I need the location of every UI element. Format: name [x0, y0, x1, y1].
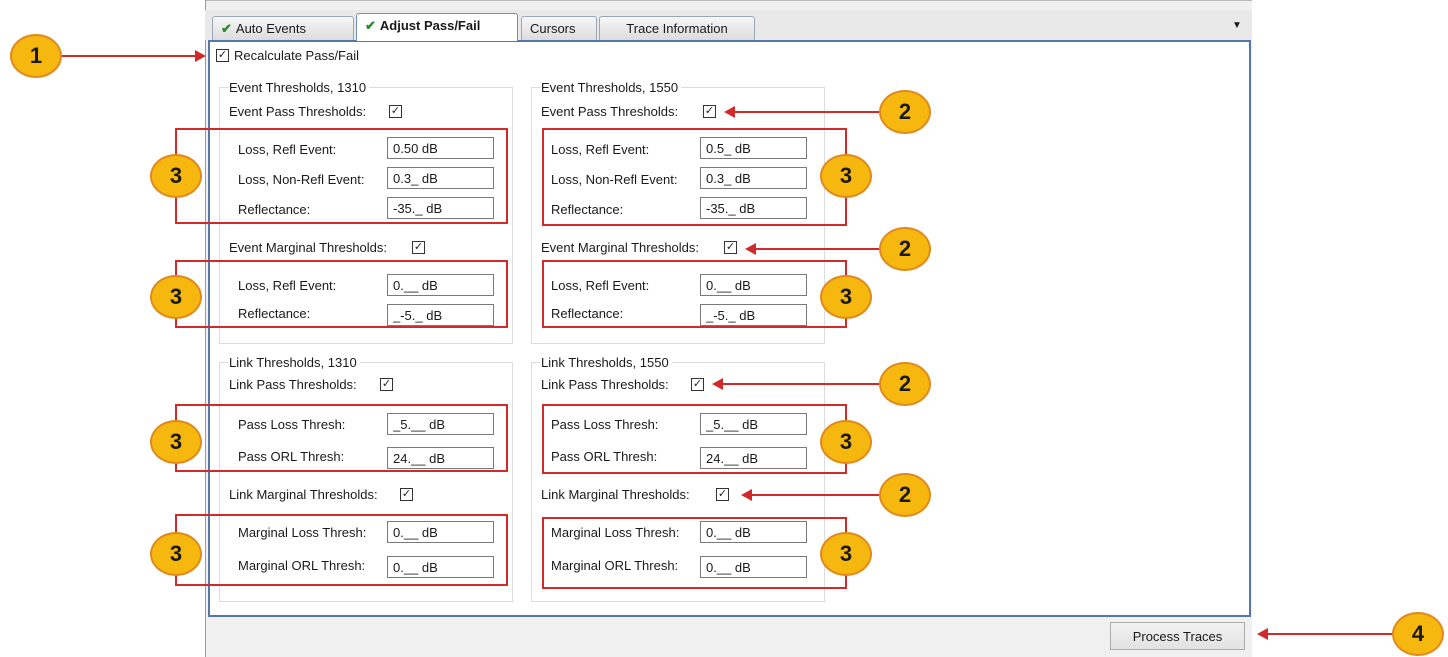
callout-arrow: [756, 248, 879, 250]
arrow-head-icon: [1257, 628, 1268, 640]
event-pass-thresholds-checkbox[interactable]: ✓: [389, 105, 402, 118]
recalculate-label: Recalculate Pass/Fail: [234, 48, 359, 63]
marginal-loss-refl-event-label: Loss, Refl Event:: [238, 278, 337, 293]
event-pass-thresholds-checkbox[interactable]: ✓: [703, 105, 716, 118]
group-title: Link Thresholds, 1550: [541, 355, 672, 370]
callout-badge-4: 4: [1392, 612, 1444, 656]
marginal-orl-thresh-label: Marginal ORL Thresh:: [551, 558, 679, 573]
callout-badge-3: 3: [150, 532, 202, 576]
event-pass-thresholds-label: Event Pass Thresholds:: [541, 104, 679, 119]
marginal-loss-thresh-input[interactable]: [700, 521, 807, 543]
pass-loss-thresh-label: Pass Loss Thresh:: [551, 417, 659, 432]
pass-orl-thresh-input[interactable]: [387, 447, 494, 469]
callout-arrow: [752, 494, 879, 496]
link-marginal-thresholds-label: Link Marginal Thresholds:: [541, 487, 690, 502]
marginal-loss-refl-event-input[interactable]: [387, 274, 494, 296]
reflectance-input[interactable]: [387, 197, 494, 219]
reflectance-label: Reflectance:: [238, 202, 311, 217]
pass-loss-thresh-input[interactable]: [387, 413, 494, 435]
pass-orl-thresh-label: Pass ORL Thresh:: [551, 449, 658, 464]
group-title: Event Thresholds, 1550: [541, 80, 682, 95]
callout-badge-3: 3: [150, 154, 202, 198]
reflectance-input[interactable]: [700, 197, 807, 219]
callout-arrow: [1268, 633, 1392, 635]
callout-badge-3: 3: [820, 154, 872, 198]
callout-badge-3: 3: [820, 532, 872, 576]
marginal-reflectance-input[interactable]: [387, 304, 494, 326]
callout-badge-3: 3: [820, 275, 872, 319]
event-marginal-thresholds-label: Event Marginal Thresholds:: [541, 240, 700, 255]
callout-badge-2: 2: [879, 362, 931, 406]
loss-nonrefl-event-label: Loss, Non-Refl Event:: [551, 172, 678, 187]
arrow-head-icon: [195, 50, 206, 62]
pass-loss-thresh-label: Pass Loss Thresh:: [238, 417, 346, 432]
marginal-orl-thresh-input[interactable]: [387, 556, 494, 578]
link-pass-thresholds-checkbox[interactable]: ✓: [380, 378, 393, 391]
callout-badge-2: 2: [879, 90, 931, 134]
pass-loss-thresh-input[interactable]: [700, 413, 807, 435]
link-marginal-thresholds-checkbox[interactable]: ✓: [400, 488, 413, 501]
recalculate-checkbox[interactable]: ✓: [216, 49, 229, 62]
link-pass-thresholds-label: Link Pass Thresholds:: [229, 377, 357, 392]
marginal-loss-refl-event-input[interactable]: [700, 274, 807, 296]
link-pass-thresholds-label: Link Pass Thresholds:: [541, 377, 669, 392]
marginal-loss-refl-event-label: Loss, Refl Event:: [551, 278, 650, 293]
marginal-reflectance-input[interactable]: [700, 304, 807, 326]
event-marginal-thresholds-checkbox[interactable]: ✓: [412, 241, 425, 254]
loss-nonrefl-event-input[interactable]: [387, 167, 494, 189]
link-pass-thresholds-checkbox[interactable]: ✓: [691, 378, 704, 391]
marginal-orl-thresh-input[interactable]: [700, 556, 807, 578]
arrow-head-icon: [745, 243, 756, 255]
pass-orl-thresh-label: Pass ORL Thresh:: [238, 449, 345, 464]
arrow-head-icon: [724, 106, 735, 118]
loss-nonrefl-event-input[interactable]: [700, 167, 807, 189]
loss-refl-event-label: Loss, Refl Event:: [238, 142, 337, 157]
event-marginal-thresholds-checkbox[interactable]: ✓: [724, 241, 737, 254]
group-title: Event Thresholds, 1310: [229, 80, 370, 95]
callout-badge-1: 1: [10, 34, 62, 78]
link-marginal-thresholds-label: Link Marginal Thresholds:: [229, 487, 378, 502]
loss-refl-event-input[interactable]: [700, 137, 807, 159]
marginal-reflectance-label: Reflectance:: [238, 306, 311, 321]
callout-arrow: [735, 111, 879, 113]
event-pass-thresholds-label: Event Pass Thresholds:: [229, 104, 367, 119]
callout-arrow: [62, 55, 195, 57]
callout-badge-2: 2: [879, 227, 931, 271]
loss-refl-event-input[interactable]: [387, 137, 494, 159]
marginal-loss-thresh-label: Marginal Loss Thresh:: [551, 525, 680, 540]
arrow-head-icon: [741, 489, 752, 501]
loss-nonrefl-event-label: Loss, Non-Refl Event:: [238, 172, 365, 187]
callout-badge-3: 3: [150, 275, 202, 319]
callout-badge-3: 3: [820, 420, 872, 464]
event-marginal-thresholds-label: Event Marginal Thresholds:: [229, 240, 388, 255]
marginal-loss-thresh-label: Marginal Loss Thresh:: [238, 525, 367, 540]
marginal-reflectance-label: Reflectance:: [551, 306, 624, 321]
group-title: Link Thresholds, 1310: [229, 355, 360, 370]
loss-refl-event-label: Loss, Refl Event:: [551, 142, 650, 157]
arrow-head-icon: [712, 378, 723, 390]
pass-orl-thresh-input[interactable]: [700, 447, 807, 469]
process-traces-button[interactable]: Process Traces: [1110, 622, 1245, 650]
callout-badge-3: 3: [150, 420, 202, 464]
callout-arrow: [723, 383, 879, 385]
reflectance-label: Reflectance:: [551, 202, 624, 217]
link-marginal-thresholds-checkbox[interactable]: ✓: [716, 488, 729, 501]
marginal-orl-thresh-label: Marginal ORL Thresh:: [238, 558, 366, 573]
callout-badge-2: 2: [879, 473, 931, 517]
marginal-loss-thresh-input[interactable]: [387, 521, 494, 543]
